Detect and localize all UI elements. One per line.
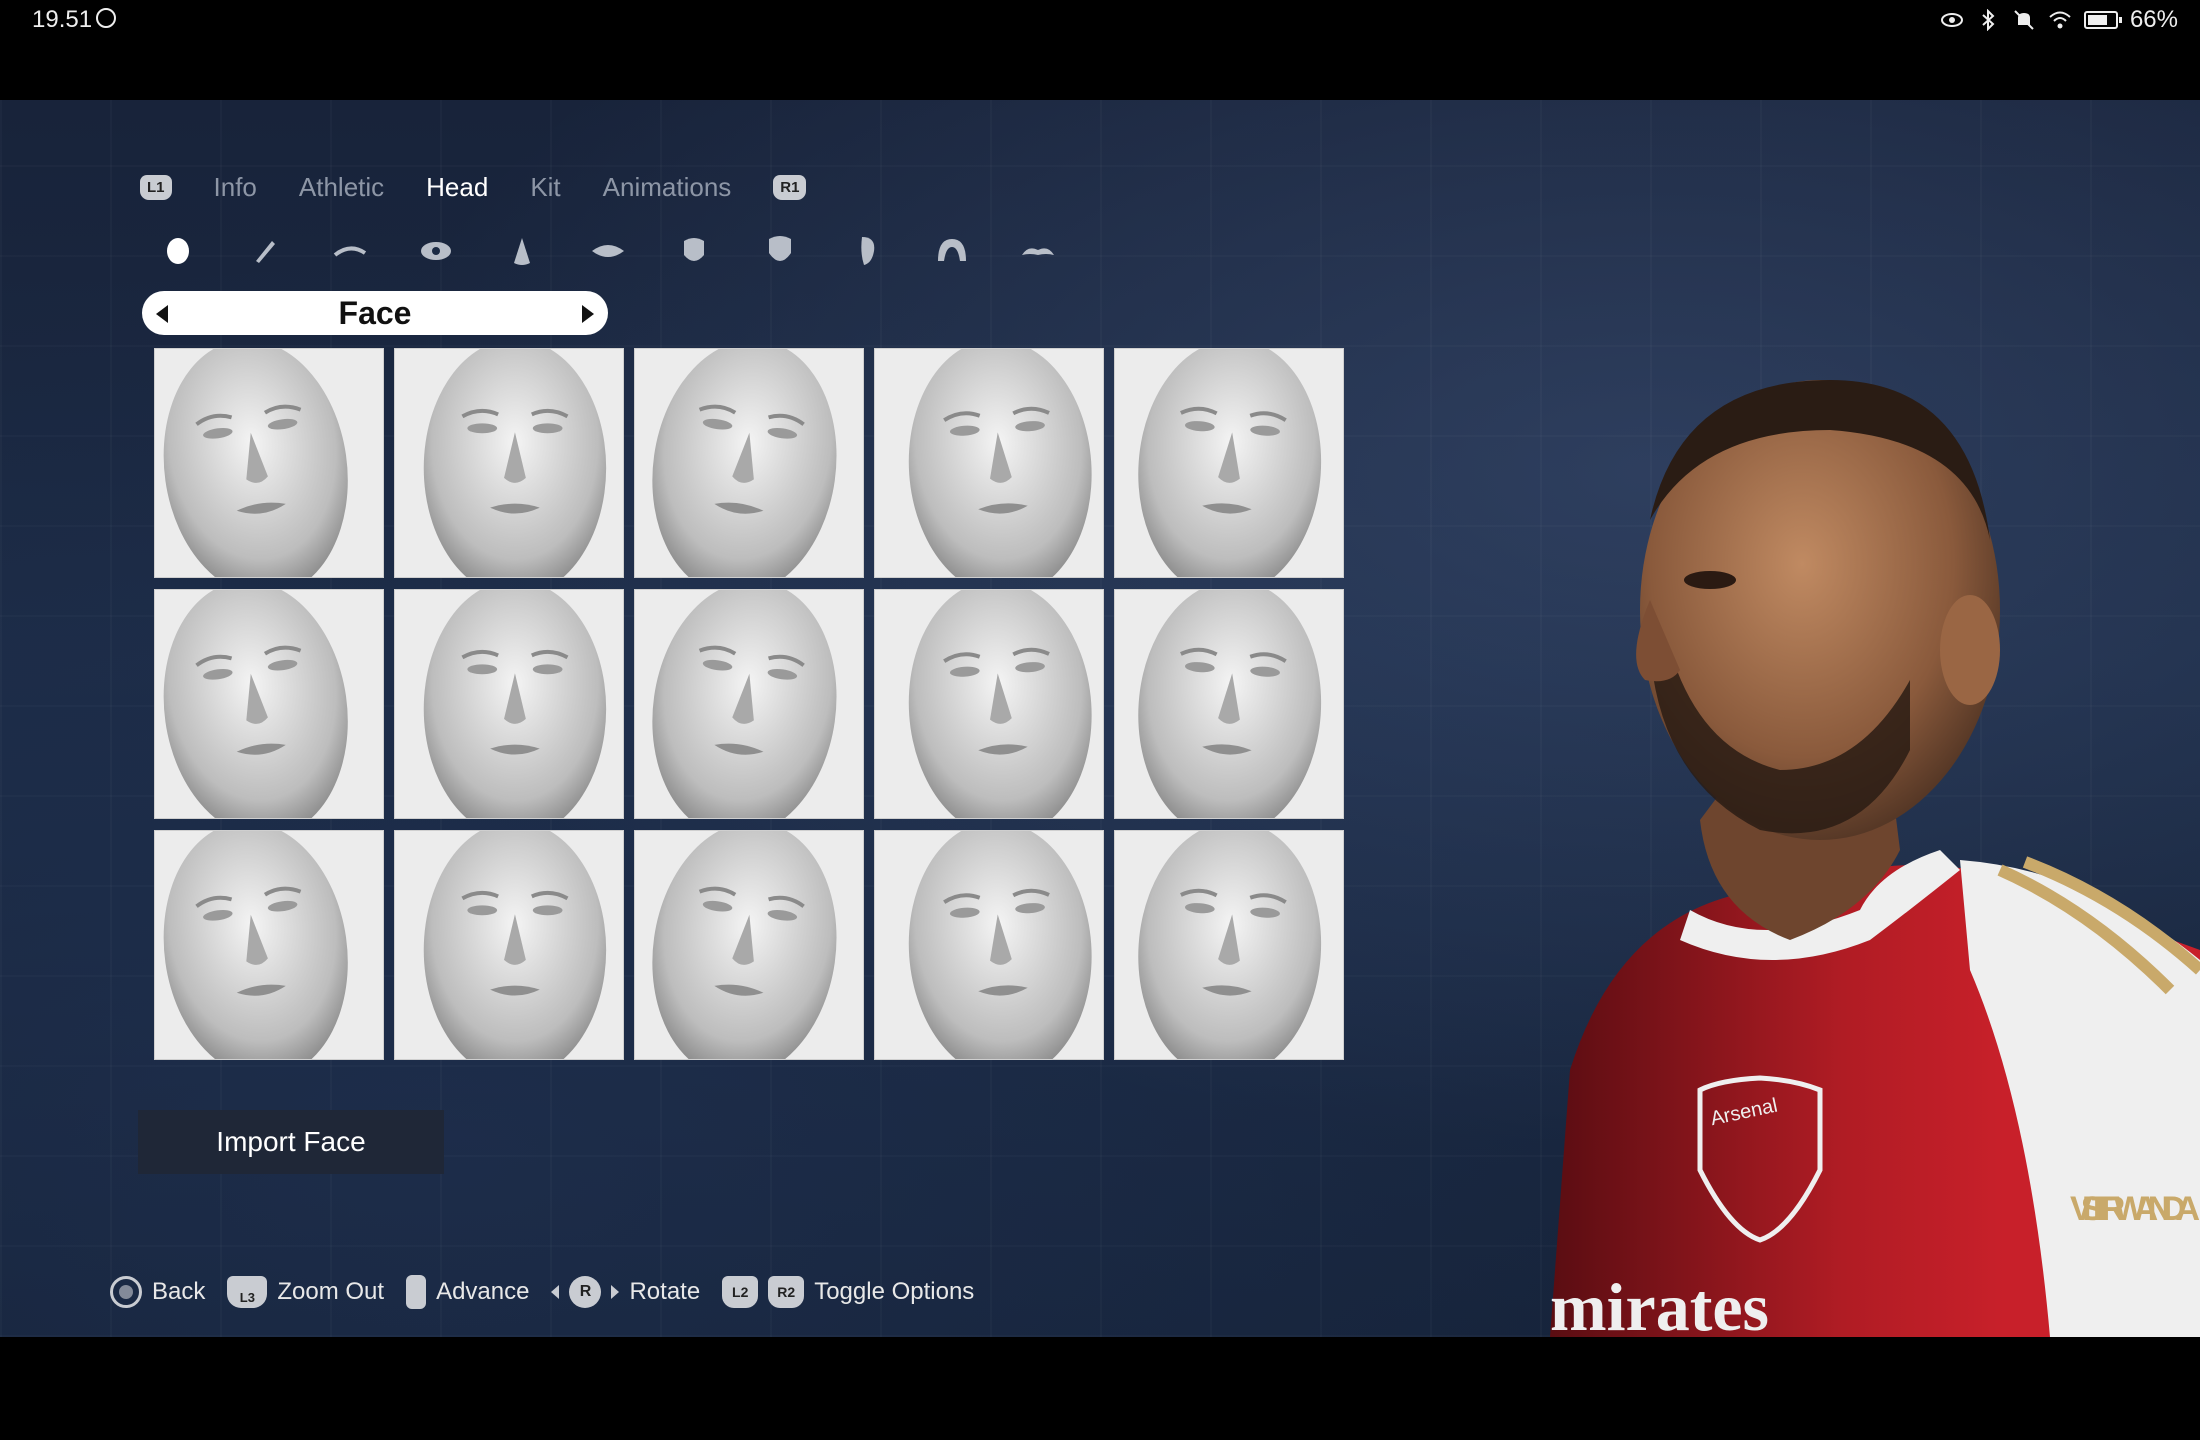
eye-icon [1940, 13, 1963, 27]
face-option[interactable] [874, 589, 1104, 819]
hint-zoom-out[interactable]: L3 Zoom Out [227, 1276, 384, 1308]
ear-icon[interactable] [848, 233, 884, 269]
face-thumbnail-icon [875, 349, 1103, 577]
hint-rotate-label: Rotate [629, 1278, 701, 1305]
wifi-icon [2049, 11, 2071, 29]
chin-icon[interactable] [762, 233, 798, 269]
face-option[interactable] [634, 348, 864, 578]
face-option[interactable] [634, 589, 864, 819]
left-arrow-icon [551, 1285, 560, 1299]
options-button-icon [406, 1275, 427, 1309]
face-option[interactable] [154, 589, 384, 819]
moustache-icon[interactable] [1020, 233, 1056, 269]
hint-advance-label: Advance [436, 1278, 530, 1305]
face-option[interactable] [1114, 589, 1344, 819]
status-time: 19.51 [32, 6, 93, 33]
hint-back-label: Back [152, 1278, 206, 1305]
face-grid [154, 348, 1344, 1060]
face-thumbnail-icon [155, 831, 383, 1059]
face-thumbnail-icon [875, 590, 1103, 818]
hair-icon[interactable] [934, 233, 970, 269]
face-option[interactable] [874, 830, 1104, 1060]
sponsor-text: mirates [1550, 1269, 1769, 1337]
hint-advance[interactable]: Advance [406, 1275, 529, 1309]
face-icon[interactable] [160, 233, 196, 269]
face-thumbnail-icon [395, 349, 623, 577]
l1-button-icon[interactable]: L1 [140, 175, 172, 200]
face-thumbnail-icon [1115, 349, 1343, 577]
r2-button-icon: R2 [768, 1276, 805, 1308]
hint-toggle-label: Toggle Options [814, 1278, 975, 1305]
face-thumbnail-icon [635, 590, 863, 818]
tab-info[interactable]: Info [214, 172, 257, 203]
face-thumbnail-icon [155, 590, 383, 818]
hint-back[interactable]: Back [110, 1276, 205, 1308]
face-thumbnail-icon [395, 590, 623, 818]
face-thumbnail-icon [875, 831, 1103, 1059]
face-thumbnail-icon [635, 831, 863, 1059]
face-option[interactable] [394, 348, 624, 578]
category-icons [160, 233, 1056, 269]
face-option[interactable] [394, 830, 624, 1060]
mute-icon [2014, 10, 2034, 30]
tab-kit[interactable]: Kit [530, 172, 560, 203]
eye-icon[interactable] [418, 233, 454, 269]
face-option[interactable] [1114, 830, 1344, 1060]
tab-athletic[interactable]: Athletic [299, 172, 384, 203]
circle-button-icon [110, 1276, 142, 1308]
face-thumbnail-icon [1115, 831, 1343, 1059]
face-option[interactable] [154, 348, 384, 578]
bluetooth-icon [1982, 9, 1995, 31]
jaw-icon[interactable] [676, 233, 712, 269]
sleeve-text: VISIT RWANDA [2070, 1190, 2200, 1228]
battery-percent: 66% [2129, 6, 2178, 33]
hint-rotate[interactable]: R Rotate [551, 1276, 700, 1308]
face-option[interactable] [1114, 348, 1344, 578]
whatsapp-icon [96, 8, 116, 28]
selector-label: Face [338, 294, 412, 331]
face-thumbnail-icon [1115, 590, 1343, 818]
r1-button-icon[interactable]: R1 [773, 175, 807, 200]
next-arrow-icon[interactable] [582, 305, 594, 323]
bottom-black-bar [0, 1337, 2200, 1440]
eyebrow-icon[interactable] [332, 233, 368, 269]
l3-button-icon: L3 [227, 1276, 268, 1308]
face-thumbnail-icon [395, 831, 623, 1059]
face-option[interactable] [154, 830, 384, 1060]
tab-head[interactable]: Head [426, 172, 488, 203]
l2-button-icon: L2 [722, 1276, 759, 1308]
face-selector[interactable]: Face [142, 291, 608, 335]
face-thumbnail-icon [155, 349, 383, 577]
status-icons: 66% [1940, 6, 2178, 34]
lips-icon[interactable] [590, 233, 626, 269]
import-face-button[interactable]: Import Face [138, 1110, 444, 1174]
right-stick-icon: R [569, 1276, 602, 1308]
tab-animations[interactable]: Animations [603, 172, 732, 203]
face-option[interactable] [874, 348, 1104, 578]
button-hints: Back L3 Zoom Out Advance R Rotate L2 R2 … [110, 1275, 974, 1309]
status-bar: 19.51 66% [0, 0, 2200, 100]
game-screen: L1 Info Athletic Head Kit Animations R1 … [0, 100, 2200, 1337]
hint-zoom-label: Zoom Out [277, 1278, 385, 1305]
face-thumbnail-icon [635, 349, 863, 577]
previous-arrow-icon[interactable] [156, 305, 168, 323]
nose-icon[interactable] [504, 233, 540, 269]
hint-toggle-options[interactable]: L2 R2 Toggle Options [722, 1276, 974, 1308]
face-option[interactable] [394, 589, 624, 819]
brush-icon[interactable] [246, 233, 282, 269]
face-option[interactable] [634, 830, 864, 1060]
right-arrow-icon [611, 1285, 620, 1299]
player-preview[interactable]: Arsenal mirates VISIT RWANDA [1530, 350, 2200, 1337]
tab-bar: L1 Info Athletic Head Kit Animations R1 [140, 172, 807, 203]
battery-icon [2083, 11, 2122, 29]
